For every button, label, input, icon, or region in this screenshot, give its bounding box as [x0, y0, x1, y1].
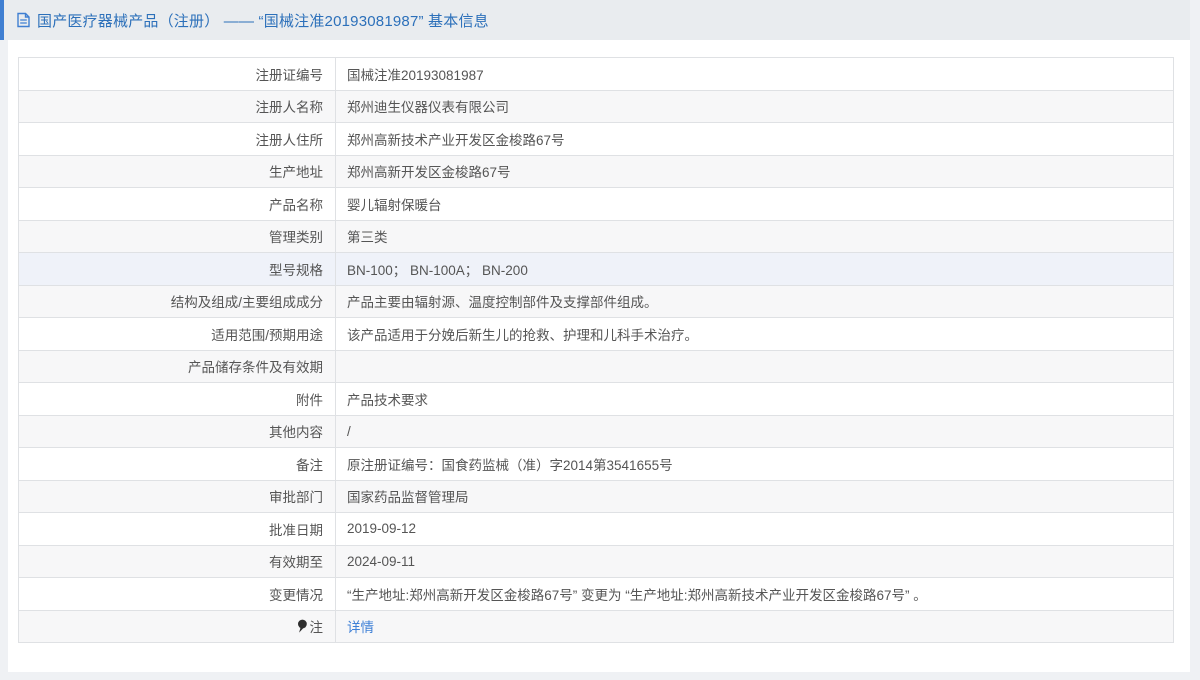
info-table: 注册证编号 国械注准20193081987 注册人名称 郑州迪生仪器仪表有限公司 注册人…	[18, 57, 1174, 643]
row-label: 注册证编号	[18, 57, 336, 91]
table-row: 管理类别 第三类	[18, 219, 1174, 253]
row-label: 型号规格	[18, 252, 336, 286]
row-value: 原注册证编号：国食药监械（准）字2014第3541655号	[335, 447, 1174, 481]
content-card: 注册证编号 国械注准20193081987 注册人名称 郑州迪生仪器仪表有限公司 注册人…	[8, 40, 1190, 672]
row-value	[335, 349, 1174, 383]
row-label: 变更情况	[18, 577, 336, 611]
page-title: 国产医疗器械产品（注册） —— “国械注准20193081987” 基本信息	[37, 12, 489, 30]
row-label: 备注	[18, 447, 336, 481]
table-row: 适用范围/预期用途 该产品适用于分娩后新生儿的抢救、护理和儿科手术治疗。	[18, 317, 1174, 351]
table-row: 注册人住所 郑州高新技术产业开发区金梭路67号	[18, 122, 1174, 156]
row-label: 适用范围/预期用途	[18, 317, 336, 351]
row-value: 国械注准20193081987	[335, 57, 1174, 91]
table-row: 附件 产品技术要求	[18, 382, 1174, 416]
row-value: 产品技术要求	[335, 382, 1174, 416]
table-row: 审批部门 国家药品监督管理局	[18, 479, 1174, 513]
row-value: 郑州高新开发区金梭路67号	[335, 154, 1174, 188]
row-value: 2019-09-12	[335, 512, 1174, 546]
row-label: 注册人住所	[18, 122, 336, 156]
row-value: 2024-09-11	[335, 544, 1174, 578]
row-value: “生产地址:郑州高新开发区金梭路67号” 变更为 “生产地址:郑州高新技术产业开…	[335, 577, 1174, 611]
table-row: 备注 原注册证编号：国食药监械（准）字2014第3541655号	[18, 447, 1174, 481]
row-value: 郑州迪生仪器仪表有限公司	[335, 89, 1174, 123]
row-value: 该产品适用于分娩后新生儿的抢救、护理和儿科手术治疗。	[335, 317, 1174, 351]
row-label: 结构及组成/主要组成成分	[18, 284, 336, 318]
row-value: 详情	[335, 609, 1174, 643]
table-row: 注册人名称 郑州迪生仪器仪表有限公司	[18, 89, 1174, 123]
row-label: 审批部门	[18, 479, 336, 513]
table-row: 注详情	[18, 609, 1174, 643]
info-table-body: 注册证编号 国械注准20193081987 注册人名称 郑州迪生仪器仪表有限公司 注册人…	[18, 57, 1174, 643]
table-row: 其他内容 /	[18, 414, 1174, 448]
row-value: 第三类	[335, 219, 1174, 253]
row-label: 注	[18, 609, 336, 643]
row-value: BN-100； BN-100A； BN-200	[335, 252, 1174, 286]
table-row: 有效期至 2024-09-11	[18, 544, 1174, 578]
table-row: 生产地址 郑州高新开发区金梭路67号	[18, 154, 1174, 188]
row-value: 婴儿辐射保暖台	[335, 187, 1174, 221]
row-label: 附件	[18, 382, 336, 416]
row-value: /	[335, 414, 1174, 448]
row-label: 其他内容	[18, 414, 336, 448]
pin-icon	[296, 619, 308, 637]
row-label: 批准日期	[18, 512, 336, 546]
table-row: 批准日期 2019-09-12	[18, 512, 1174, 546]
table-row: 注册证编号 国械注准20193081987	[18, 57, 1174, 91]
table-row: 变更情况 “生产地址:郑州高新开发区金梭路67号” 变更为 “生产地址:郑州高新技…	[18, 577, 1174, 611]
row-value: 郑州高新技术产业开发区金梭路67号	[335, 122, 1174, 156]
table-row: 产品储存条件及有效期	[18, 349, 1174, 383]
row-label: 管理类别	[18, 219, 336, 253]
document-icon	[16, 12, 31, 28]
table-row: 型号规格 BN-100； BN-100A； BN-200	[18, 252, 1174, 286]
row-value: 产品主要由辐射源、温度控制部件及支撑部件组成。	[335, 284, 1174, 318]
table-row: 结构及组成/主要组成成分 产品主要由辐射源、温度控制部件及支撑部件组成。	[18, 284, 1174, 318]
row-label: 注册人名称	[18, 89, 336, 123]
row-value: 国家药品监督管理局	[335, 479, 1174, 513]
row-label: 有效期至	[18, 544, 336, 578]
page-header: 国产医疗器械产品（注册） —— “国械注准20193081987” 基本信息	[0, 0, 1190, 40]
row-label: 产品储存条件及有效期	[18, 349, 336, 383]
detail-link[interactable]: 详情	[347, 620, 374, 635]
table-row: 产品名称 婴儿辐射保暖台	[18, 187, 1174, 221]
row-label: 产品名称	[18, 187, 336, 221]
row-label: 生产地址	[18, 154, 336, 188]
